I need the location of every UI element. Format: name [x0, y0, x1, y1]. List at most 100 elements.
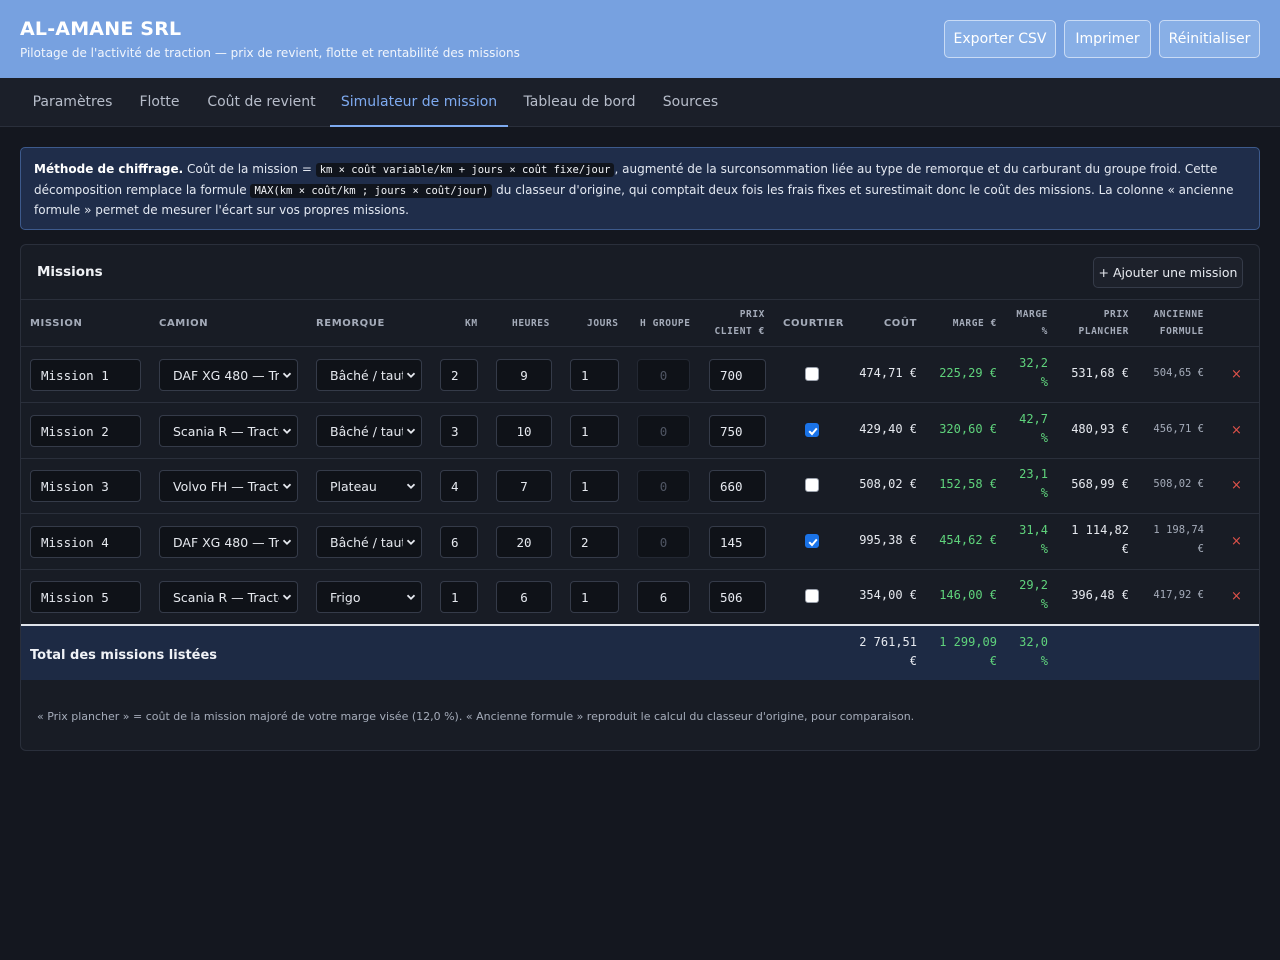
mission-name-input[interactable]: Mission 1	[30, 359, 141, 391]
tab-cout-de-revient[interactable]: Coût de revient	[194, 78, 329, 126]
group-hours-input[interactable]: 0	[637, 359, 690, 391]
chevron-down-icon	[406, 428, 416, 434]
days-input[interactable]: 1	[570, 415, 619, 447]
app-title: AL-AMANE SRL	[20, 18, 182, 40]
add-mission-button[interactable]: + Ajouter une mission	[1093, 257, 1243, 288]
row-divider	[21, 513, 1259, 514]
chevron-down-icon	[282, 539, 292, 545]
method-info-box: Méthode de chiffrage. Coût de la mission…	[20, 147, 1260, 230]
km-input[interactable]: 4	[440, 470, 478, 502]
floor-price-value: 1 114,82 €	[1071, 523, 1129, 556]
broker-checkbox[interactable]	[805, 423, 819, 437]
truck-select[interactable]: Volvo FH — Tracteur	[159, 470, 298, 502]
floor-price-value: 531,68 €	[1071, 366, 1129, 380]
truck-select[interactable]: DAF XG 480 — Tracteur	[159, 526, 298, 558]
total-cout-line2: €	[909, 654, 917, 668]
days-input[interactable]: 1	[570, 359, 619, 391]
margin-value: 454,62 €	[939, 533, 997, 547]
chevron-down-icon	[282, 483, 292, 489]
margin-value: 225,29 €	[939, 366, 997, 380]
export-csv-button[interactable]: Exporter CSV	[944, 20, 1056, 58]
delete-row-icon[interactable]: ×	[1231, 367, 1242, 382]
divider	[21, 346, 1259, 347]
delete-row-icon[interactable]: ×	[1231, 589, 1242, 604]
trailer-select[interactable]: Bâché / tautliner	[316, 415, 422, 447]
old-formula-value: 508,02 €	[1153, 478, 1204, 490]
tab-tableau-de-bord[interactable]: Tableau de bord	[510, 78, 649, 126]
tab-simulateur-de-mission[interactable]: Simulateur de mission	[330, 78, 508, 127]
trailer-select[interactable]: Bâché / tautliner	[316, 359, 422, 391]
hours-input[interactable]: 7	[496, 470, 552, 502]
hours-input[interactable]: 9	[496, 359, 552, 391]
delete-row-icon[interactable]: ×	[1231, 478, 1242, 493]
row-divider	[21, 402, 1259, 403]
broker-checkbox[interactable]	[805, 478, 819, 492]
hours-input[interactable]: 6	[496, 581, 552, 613]
hours-input[interactable]: 10	[496, 415, 552, 447]
client-price-input[interactable]: 750	[709, 415, 766, 447]
total-cout: 2 761,51 €	[821, 633, 917, 671]
col-marge-pct-line1: MARGE	[1016, 309, 1048, 320]
group-hours-input[interactable]: 0	[637, 526, 690, 558]
old-formula-value: 417,92 €	[1153, 589, 1204, 601]
km-input[interactable]: 1	[440, 581, 478, 613]
tab-flotte[interactable]: Flotte	[125, 78, 194, 126]
hours-input[interactable]: 20	[496, 526, 552, 558]
group-hours-input[interactable]: 6	[637, 581, 690, 613]
km-input[interactable]: 6	[440, 526, 478, 558]
trailer-select[interactable]: Plateau	[316, 470, 422, 502]
trailer-select[interactable]: Frigo	[316, 581, 422, 613]
client-price-input[interactable]: 660	[709, 470, 766, 502]
truck-select[interactable]: Scania R — Tracteur	[159, 415, 298, 447]
client-price-input[interactable]: 145	[709, 526, 766, 558]
km-input[interactable]: 3	[440, 415, 478, 447]
truck-select[interactable]: Scania R — Tracteur	[159, 581, 298, 613]
tab-sources[interactable]: Sources	[650, 78, 731, 126]
old-formula-value: 456,71 €	[1153, 423, 1204, 435]
mission-name-input[interactable]: Mission 5	[30, 581, 141, 613]
info-text-1: Coût de la mission =	[183, 162, 316, 176]
info-lead: Méthode de chiffrage.	[34, 162, 184, 176]
col-prix-client-line1: PRIX	[739, 309, 765, 320]
footnote: « Prix plancher » = coût de la mission m…	[37, 710, 915, 723]
group-hours-input[interactable]: 0	[637, 415, 690, 447]
print-button[interactable]: Imprimer	[1064, 20, 1151, 58]
cost-value: 474,71 €	[859, 366, 917, 380]
app-subtitle: Pilotage de l'activité de traction — pri…	[20, 46, 520, 60]
delete-row-icon[interactable]: ×	[1231, 423, 1242, 438]
broker-checkbox[interactable]	[805, 534, 819, 548]
days-input[interactable]: 1	[570, 470, 619, 502]
old-formula-value: 1 198,74 €	[1153, 524, 1204, 555]
old-formula-value: 504,65 €	[1153, 367, 1204, 379]
divider	[21, 299, 1259, 300]
broker-checkbox[interactable]	[805, 589, 819, 603]
checkmark-icon	[808, 538, 818, 547]
col-ancienne-line2: FORMULE	[1159, 326, 1204, 337]
col-marge-pct-line2: %	[1041, 326, 1048, 337]
client-price-input[interactable]: 506	[709, 581, 766, 613]
col-jours: JOURS	[587, 318, 619, 329]
mission-name-input[interactable]: Mission 3	[30, 470, 141, 502]
broker-checkbox[interactable]	[805, 367, 819, 381]
mission-name-input[interactable]: Mission 4	[30, 526, 141, 558]
col-marge: MARGE €	[952, 318, 997, 329]
delete-row-icon[interactable]: ×	[1231, 534, 1242, 549]
margin-value: 152,58 €	[939, 477, 997, 491]
client-price-input[interactable]: 700	[709, 359, 766, 391]
trailer-select[interactable]: Bâché / tautliner	[316, 526, 422, 558]
days-input[interactable]: 1	[570, 581, 619, 613]
col-prix-client: PRIX CLIENT €	[701, 306, 765, 340]
truck-select[interactable]: DAF XG 480 — Tracteur	[159, 359, 298, 391]
cost-value: 354,00 €	[859, 588, 917, 602]
col-prix-plancher-line1: PRIX	[1103, 309, 1129, 320]
chevron-down-icon	[406, 539, 416, 545]
km-input[interactable]: 2	[440, 359, 478, 391]
mission-name-input[interactable]: Mission 2	[30, 415, 141, 447]
days-input[interactable]: 2	[570, 526, 619, 558]
reset-button[interactable]: Réinitialiser	[1159, 20, 1260, 58]
tab-parametres[interactable]: Paramètres	[20, 78, 125, 126]
chevron-down-icon	[282, 428, 292, 434]
floor-price-value: 396,48 €	[1071, 588, 1129, 602]
col-prix-client-line2: CLIENT €	[714, 326, 765, 337]
group-hours-input[interactable]: 0	[637, 470, 690, 502]
